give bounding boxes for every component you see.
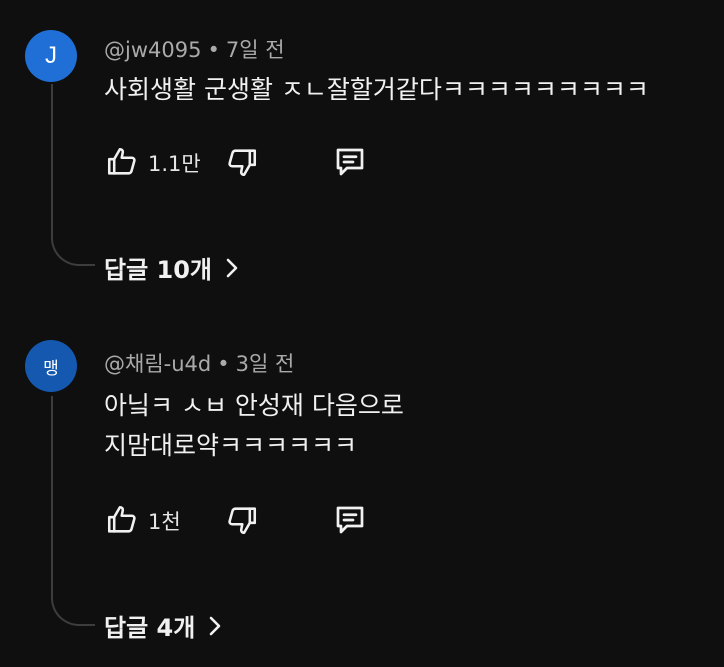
comment-text-line: 사회생활 군생활 ㅈㄴ잘할거같다ㅋㅋㅋㅋㅋㅋㅋㅋㅋ [104,75,649,104]
comment-text-line: 지맘대로약ㅋㅋㅋㅋㅋㅋ [104,431,358,460]
reply-button[interactable] [332,144,368,180]
thumbs-up-icon [107,147,136,175]
like-count: 1.1만 [148,152,201,176]
comment-meta: @jw4095 • 7일 전 [104,34,285,64]
like-button[interactable] [104,144,140,180]
comment-actions: 1.1만 [104,144,404,180]
dislike-button[interactable] [224,144,260,180]
reply-thread-line [51,84,95,266]
avatar[interactable]: 맹 [25,340,77,392]
comment-text: 아닠ㅋ ㅅㅂ 안성재 다음으로 지맘대로약ㅋㅋㅋㅋㅋㅋ [104,386,404,466]
replies-label: 답글 10개 [104,256,212,284]
comment-author[interactable]: @jw4095 [104,38,201,62]
comment-text-line: 아닠ㅋ ㅅㅂ 안성재 다음으로 [104,391,404,420]
thumbs-down-icon [228,507,257,535]
replies-label: 답글 4개 [104,614,196,642]
comment-author[interactable]: @채림-u4d [104,352,211,376]
thumbs-up-icon [107,505,136,533]
comment-time[interactable]: 7일 전 [226,38,285,62]
comment-time[interactable]: 3일 전 [236,352,295,376]
comment-actions: 1천 [104,502,404,538]
view-replies-button[interactable]: 답글 4개 [104,608,225,643]
comment-icon [336,148,364,176]
comment-text: 사회생활 군생활 ㅈㄴ잘할거같다ㅋㅋㅋㅋㅋㅋㅋㅋㅋ [104,70,649,110]
meta-separator: • [217,352,230,376]
avatar-letter: J [45,42,57,69]
chevron-right-icon [222,256,242,280]
dislike-button[interactable] [224,502,260,538]
like-button[interactable] [104,502,140,538]
reply-thread-line [51,396,95,626]
view-replies-button[interactable]: 답글 10개 [104,250,242,285]
avatar-letter: 맹 [43,358,59,379]
meta-separator: • [207,38,220,62]
avatar[interactable]: J [25,30,77,82]
chevron-right-icon [205,614,225,638]
reply-button[interactable] [332,502,368,538]
comment-icon [336,506,364,534]
like-count: 1천 [148,510,181,534]
thumbs-down-icon [228,149,257,177]
comment-meta: @채림-u4d • 3일 전 [104,348,294,378]
